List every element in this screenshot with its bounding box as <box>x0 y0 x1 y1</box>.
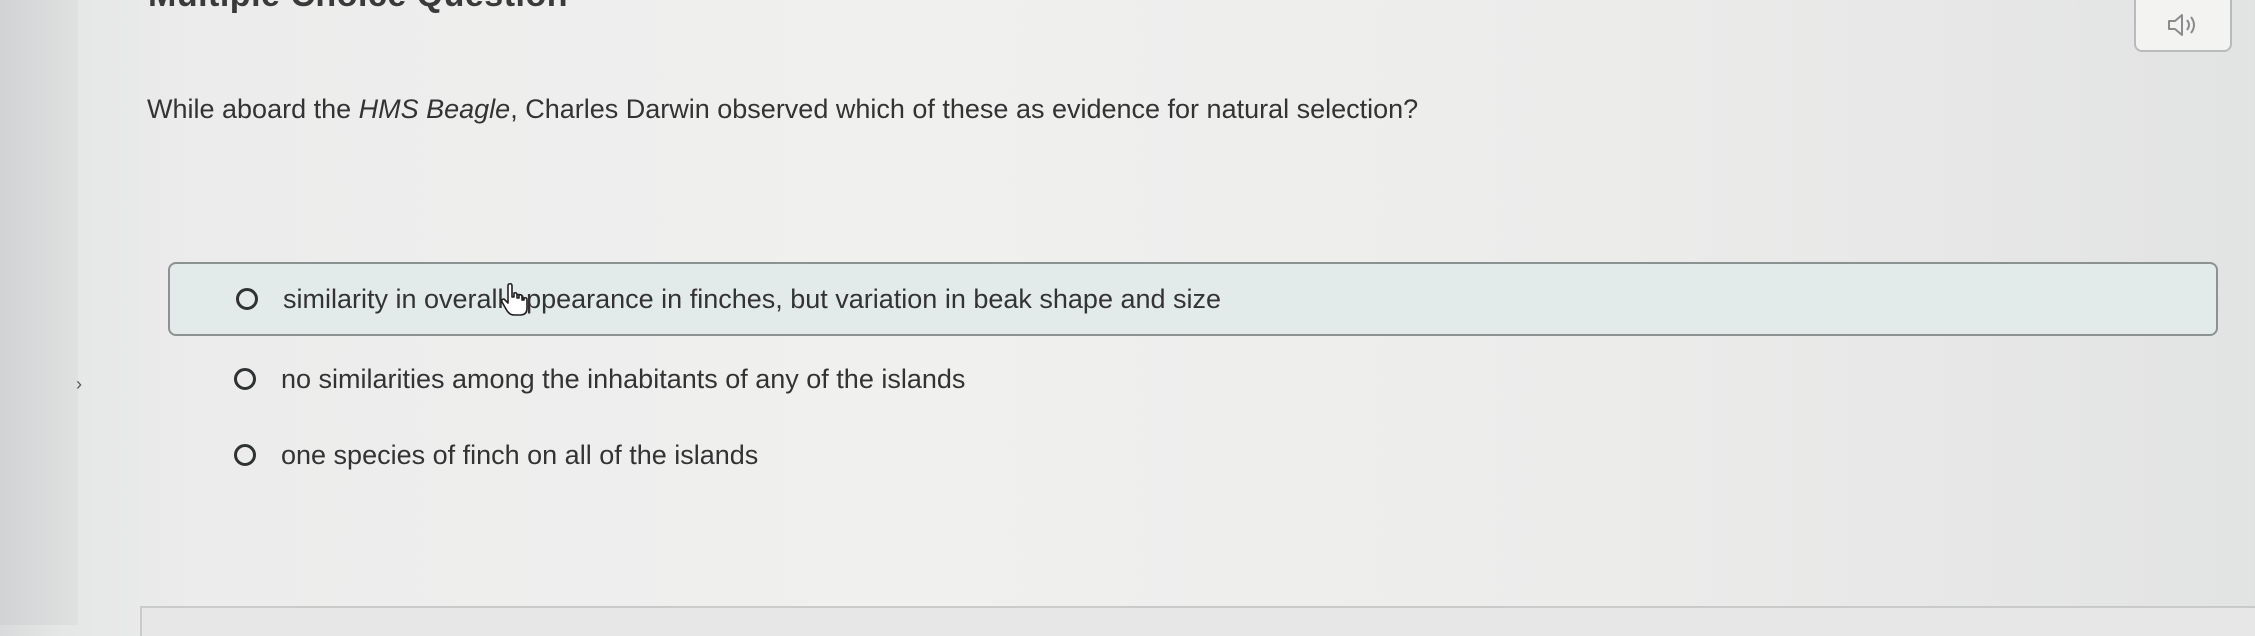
question-suffix: , Charles Darwin observed which of these… <box>510 94 1419 124</box>
radio-button-icon[interactable] <box>236 288 258 310</box>
answer-option-label: one species of finch on all of the islan… <box>281 439 759 470</box>
chevron-right-icon: › <box>76 374 82 394</box>
radio-button-icon[interactable] <box>234 368 256 390</box>
answer-option-label: no similarities among the inhabitants of… <box>281 363 966 394</box>
audio-button[interactable] <box>2134 0 2232 52</box>
ship-name: HMS Beagle <box>358 94 511 124</box>
answer-option-1[interactable]: similarity in overall appearance in finc… <box>168 262 2218 336</box>
answer-option-2[interactable]: no similarities among the inhabitants of… <box>168 342 2218 416</box>
left-margin-strip <box>0 0 78 625</box>
answer-option-3[interactable]: one species of finch on all of the islan… <box>168 418 2218 492</box>
radio-button-icon[interactable] <box>234 444 256 466</box>
hand-cursor-icon <box>500 282 528 316</box>
speaker-icon <box>2168 14 2195 36</box>
question-text: While aboard the HMS Beagle, Charles Dar… <box>147 94 1418 125</box>
question-prefix: While aboard the <box>147 94 359 124</box>
answer-option-label: similarity in overall appearance in finc… <box>283 283 1222 314</box>
page-title: Multiple Choice Question <box>148 0 568 15</box>
bottom-panel <box>140 606 2255 636</box>
